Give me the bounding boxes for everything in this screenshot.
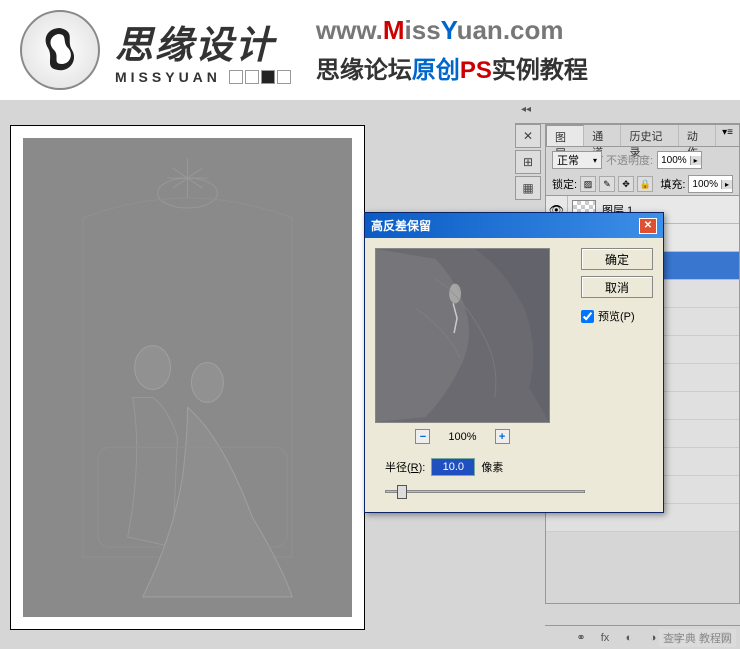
- site-url: www.MissYuan.com: [316, 15, 588, 46]
- tool-button[interactable]: ⊞: [515, 150, 541, 174]
- url-block: www.MissYuan.com 思缘论坛原创PS实例教程: [316, 15, 588, 85]
- slider-thumb[interactable]: [397, 485, 407, 499]
- panel-menu-icon[interactable]: ▾≡: [716, 125, 739, 146]
- lock-row: 锁定: ▨ ✎ ✥ 🔒 填充: 100%▸: [546, 173, 739, 195]
- decor-box: [277, 70, 291, 84]
- header-banner: 思缘设计 MISSYUAN www.MissYuan.com 思缘论坛原创PS实…: [0, 0, 740, 100]
- tool-button[interactable]: ▦: [515, 176, 541, 200]
- decor-box: [245, 70, 259, 84]
- dialog-buttons: 确定 取消 预览(P): [581, 248, 653, 324]
- opacity-input[interactable]: 100%▸: [657, 151, 702, 169]
- dialog-body: 确定 取消 预览(P) −: [365, 238, 663, 512]
- radius-slider[interactable]: [385, 482, 585, 502]
- brand-name-cn: 思缘设计: [115, 14, 291, 69]
- zoom-controls: − 100% +: [375, 429, 550, 444]
- panel-collapse-bar[interactable]: ◂◂: [515, 100, 740, 124]
- filter-preview[interactable]: [375, 248, 550, 423]
- tab-history[interactable]: 历史记录: [621, 125, 678, 146]
- preview-checkbox[interactable]: 预览(P): [581, 308, 653, 324]
- tool-button[interactable]: ✕: [515, 124, 541, 148]
- fill-input[interactable]: 100%▸: [688, 175, 733, 193]
- radius-input[interactable]: [431, 458, 475, 476]
- lock-pixels-icon[interactable]: ✎: [599, 176, 615, 192]
- tool-column: ✕ ⊞ ▦: [515, 124, 543, 202]
- brand-text: 思缘设计 MISSYUAN: [115, 14, 291, 85]
- layer-mask-icon[interactable]: ◐: [620, 630, 638, 646]
- decor-box: [229, 70, 243, 84]
- slider-track: [385, 490, 585, 493]
- tab-actions[interactable]: 动作: [679, 125, 716, 146]
- site-subtitle: 思缘论坛原创PS实例教程: [316, 50, 588, 85]
- layer-style-icon[interactable]: fx: [596, 630, 614, 646]
- blend-mode-select[interactable]: 正常 ▾: [552, 151, 602, 169]
- fill-label: 填充:: [660, 176, 685, 192]
- zoom-out-button[interactable]: −: [415, 429, 430, 444]
- tab-layers[interactable]: 图层: [546, 125, 584, 146]
- decor-box: [261, 70, 275, 84]
- tab-channels[interactable]: 通道: [584, 125, 621, 146]
- radius-unit: 像素: [481, 459, 503, 475]
- panel-tabs: 图层 通道 历史记录 动作 ▾≡: [546, 125, 739, 147]
- zoom-value: 100%: [448, 431, 476, 443]
- close-button[interactable]: ✕: [639, 218, 657, 234]
- dialog-titlebar[interactable]: 高反差保留 ✕: [365, 213, 663, 238]
- opacity-label: 不透明度:: [606, 152, 653, 168]
- zoom-in-button[interactable]: +: [495, 429, 510, 444]
- watermark: 查字典 教程网: [659, 629, 736, 647]
- layer-controls-row: 正常 ▾ 不透明度: 100%▸: [546, 147, 739, 173]
- link-layers-icon[interactable]: ⚭: [572, 630, 590, 646]
- lock-position-icon[interactable]: ✥: [618, 176, 634, 192]
- lock-label: 锁定:: [552, 176, 577, 192]
- collapse-arrows-icon: ◂◂: [521, 104, 531, 115]
- radius-row: 半径(R): 像素: [375, 458, 653, 476]
- high-pass-dialog: 高反差保留 ✕ 确定 取消 预览(P): [364, 212, 664, 513]
- lock-transparency-icon[interactable]: ▨: [580, 176, 596, 192]
- canvas-image: [23, 138, 352, 617]
- photoshop-workspace: ◂◂ ✕ ⊞ ▦ 图层 通道 历史记录 动作 ▾≡ 正常 ▾ 不透明度: 100…: [0, 100, 740, 649]
- cancel-button[interactable]: 取消: [581, 276, 653, 298]
- canvas-document[interactable]: [10, 125, 365, 630]
- ok-button[interactable]: 确定: [581, 248, 653, 270]
- dialog-title: 高反差保留: [371, 217, 431, 234]
- preview-checkbox-input[interactable]: [581, 310, 594, 323]
- radius-label: 半径(R):: [385, 459, 425, 475]
- lock-all-icon[interactable]: 🔒: [637, 176, 653, 192]
- brand-name-en: MISSYUAN: [115, 69, 291, 85]
- logo-badge: [20, 10, 100, 90]
